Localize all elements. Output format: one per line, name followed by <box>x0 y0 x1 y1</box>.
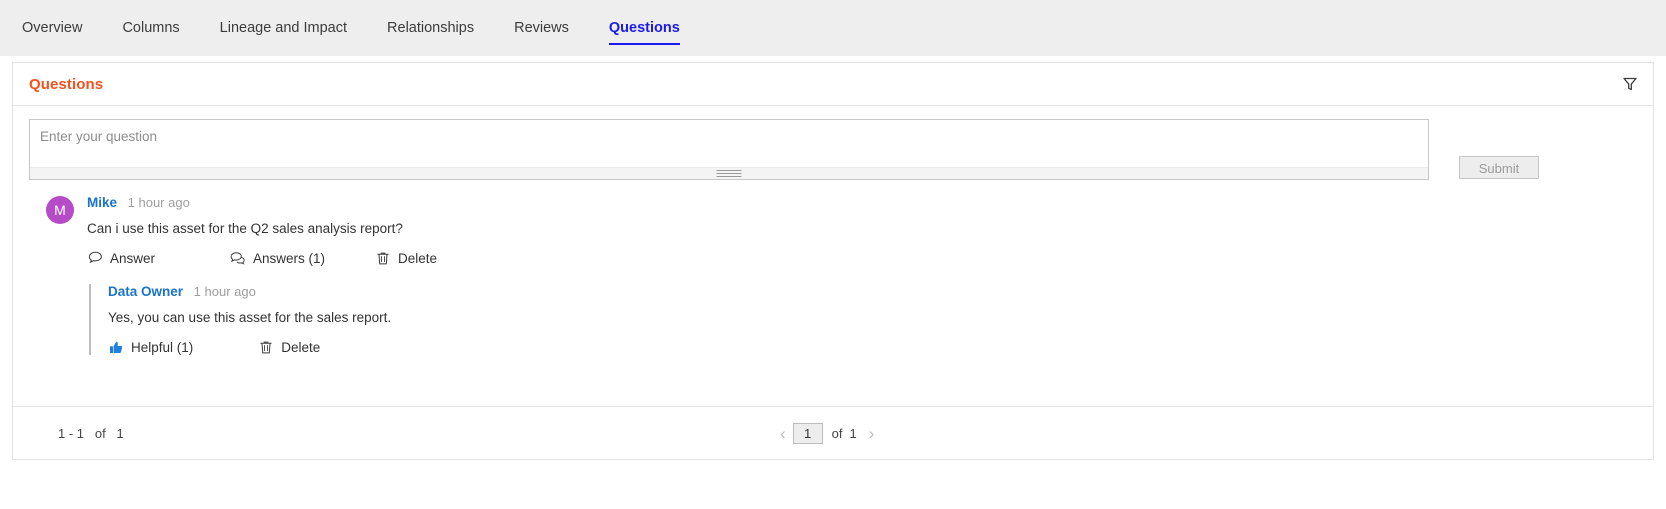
pagination-bar: 1 - 1 of 1 ‹ of 1 › <box>13 406 1653 459</box>
answer-timestamp: 1 hour ago <box>193 284 256 299</box>
answer-text: Yes, you can use this asset for the sale… <box>108 310 392 325</box>
tab-label: Columns <box>122 20 180 36</box>
tab-label: Questions <box>608 20 680 36</box>
delete-question-button[interactable]: Delete <box>375 250 437 266</box>
avatar: M <box>46 196 74 224</box>
tab-label: Lineage and Impact <box>219 20 348 36</box>
chevron-right-icon[interactable]: › <box>862 425 882 442</box>
pager-total-pages: 1 <box>849 425 857 441</box>
question-thread: M Mike 1 hour ago Can i use this asset f… <box>13 180 1653 355</box>
delete-answer-button[interactable]: Delete <box>258 339 320 355</box>
resize-grip-icon[interactable] <box>716 170 742 177</box>
question-composer: Enter your question Submit <box>13 106 1653 180</box>
question-body: Mike 1 hour ago Can i use this asset for… <box>87 195 1637 355</box>
helpful-button-label: Helpful (1) <box>131 339 194 355</box>
answer-actions: Helpful (1) Delete <box>108 339 1637 355</box>
question-meta: Mike 1 hour ago <box>87 195 1637 211</box>
answer-item: Data Owner 1 hour ago Yes, you can use t… <box>89 284 1637 355</box>
result-range: 1 - 1 of 1 <box>58 425 124 441</box>
question-input-placeholder: Enter your question <box>40 129 158 144</box>
delete-question-label: Delete <box>398 250 438 266</box>
textarea-footer <box>30 167 1428 179</box>
answer-button[interactable]: Answer <box>87 250 155 266</box>
page-number-input[interactable] <box>792 422 823 444</box>
tab-lineage-and-impact[interactable]: Lineage and Impact <box>200 0 367 54</box>
tab-bar: Overview Columns Lineage and Impact Rela… <box>0 0 1666 56</box>
tab-overview[interactable]: Overview <box>2 0 102 54</box>
tab-label: Relationships <box>387 20 475 36</box>
answer-button-label: Answer <box>110 250 156 266</box>
question-item: M Mike 1 hour ago Can i use this asset f… <box>29 195 1637 355</box>
question-timestamp: 1 hour ago <box>127 195 190 210</box>
chevron-left-icon[interactable]: ‹ <box>773 425 793 442</box>
tab-relationships[interactable]: Relationships <box>367 0 494 54</box>
questions-panel: Questions Enter your question Submit M M… <box>12 62 1654 460</box>
tab-label: Reviews <box>514 20 569 36</box>
helpful-button[interactable]: Helpful (1) <box>108 339 193 355</box>
question-author[interactable]: Mike <box>87 195 117 210</box>
question-input[interactable]: Enter your question <box>29 119 1429 180</box>
trash-icon <box>258 339 274 355</box>
panel-header: Questions <box>13 63 1653 106</box>
comment-bubble-icon <box>87 250 103 266</box>
thumbs-up-icon <box>108 339 124 355</box>
answers-count-button[interactable]: Answers (1) <box>230 250 325 266</box>
answers-count-label: Answers (1) <box>253 250 326 266</box>
submit-button[interactable]: Submit <box>1459 156 1539 179</box>
tab-reviews[interactable]: Reviews <box>494 0 589 54</box>
tab-columns[interactable]: Columns <box>102 0 199 54</box>
pager-of-label: of <box>831 425 843 441</box>
trash-icon <box>375 250 391 266</box>
tab-label: Overview <box>22 20 83 36</box>
question-text: Can i use this asset for the Q2 sales an… <box>87 221 403 236</box>
pager: ‹ of 1 › <box>773 422 882 444</box>
answer-author[interactable]: Data Owner <box>108 284 183 299</box>
answer-meta: Data Owner 1 hour ago <box>108 284 1637 300</box>
page-title: Questions <box>29 75 104 93</box>
tab-questions[interactable]: Questions <box>589 0 700 54</box>
delete-answer-label: Delete <box>281 339 321 355</box>
question-actions: Answer Answers (1) Delete <box>87 250 1637 266</box>
filter-funnel-icon[interactable] <box>1621 75 1639 93</box>
comments-multiple-icon <box>230 250 246 266</box>
